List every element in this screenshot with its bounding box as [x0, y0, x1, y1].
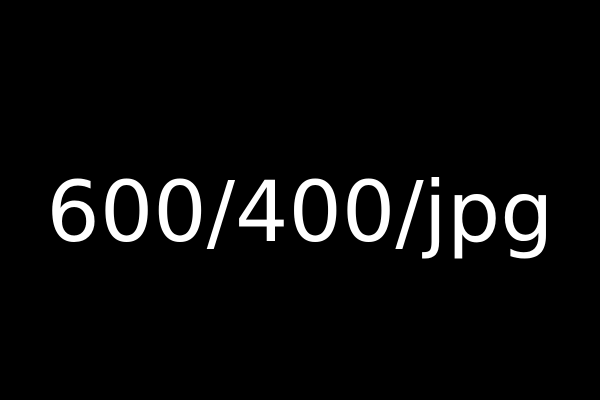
placeholder-canvas: 600/400/jpg [0, 0, 600, 400]
placeholder-label: 600/400/jpg [46, 163, 554, 261]
